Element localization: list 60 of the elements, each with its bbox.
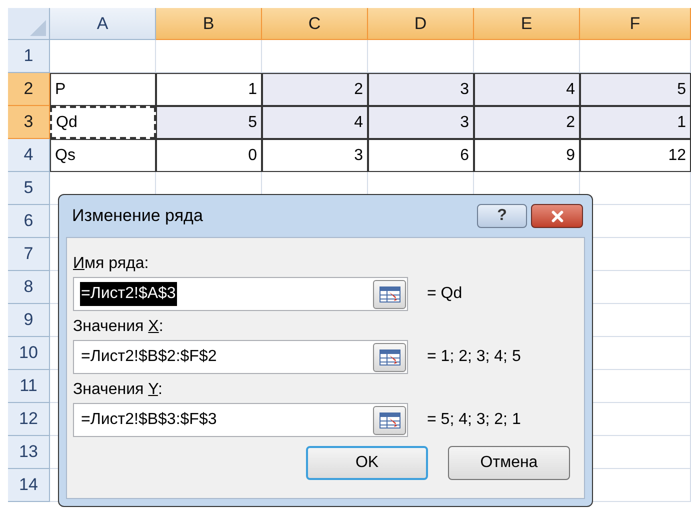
table-cell: 3	[368, 73, 474, 106]
row-header[interactable]: 3	[8, 106, 50, 139]
table-cell: 3	[368, 106, 474, 139]
row-header[interactable]: 5	[8, 172, 50, 205]
row-header[interactable]: 12	[8, 403, 50, 436]
field-label: Имя ряда:	[73, 254, 150, 274]
row-header[interactable]: 8	[8, 271, 50, 304]
collapse-dialog-icon	[378, 412, 400, 428]
row-header[interactable]: 2	[8, 73, 50, 106]
column-header[interactable]: D	[368, 8, 474, 40]
row-header[interactable]: 10	[8, 337, 50, 370]
table-cell: 4	[474, 73, 580, 106]
table-cell: 5	[580, 73, 691, 106]
column-header[interactable]: B	[156, 8, 262, 40]
close-button[interactable]	[531, 204, 583, 228]
table-cell: 5	[156, 106, 262, 139]
field-label: Значения X:	[73, 317, 164, 337]
table-cell: 2	[474, 106, 580, 139]
column-header[interactable]: C	[262, 8, 368, 40]
input-field[interactable]: =Лист2!$A$3	[73, 277, 408, 311]
range-picker-button[interactable]	[373, 280, 406, 308]
row-header[interactable]: 1	[8, 40, 50, 73]
dialog-button[interactable]: Отмена	[448, 446, 570, 480]
table-cell: 0	[156, 139, 262, 172]
input-field[interactable]: =Лист2!$B$3:$F$3	[73, 403, 408, 437]
column-header[interactable]: F	[580, 8, 691, 40]
range-preview: = 5; 4; 3; 2; 1	[427, 410, 521, 430]
row-header[interactable]: 13	[8, 436, 50, 469]
table-cell: Qd	[50, 106, 156, 139]
range-preview: = Qd	[427, 284, 462, 304]
close-icon	[548, 208, 566, 224]
table-cell: 6	[368, 139, 474, 172]
row-header[interactable]: 6	[8, 205, 50, 238]
range-picker-button[interactable]	[373, 406, 406, 434]
row-header[interactable]: 4	[8, 139, 50, 172]
dialog-button[interactable]: OK	[306, 446, 428, 480]
range-picker-button[interactable]	[373, 342, 406, 372]
table-cell: 2	[262, 73, 368, 106]
collapse-dialog-icon	[378, 286, 400, 302]
table-cell: 12	[580, 139, 691, 172]
table-cell: Qs	[50, 139, 156, 172]
row-header[interactable]: 14	[8, 469, 50, 502]
help-button[interactable]: ?	[477, 204, 527, 228]
dialog-title: Изменение ряда	[71, 205, 203, 228]
column-header[interactable]: A	[50, 8, 156, 40]
table-cell: 9	[474, 139, 580, 172]
table-cell: 1	[156, 73, 262, 106]
row-header[interactable]: 9	[8, 304, 50, 337]
table-cell: 1	[580, 106, 691, 139]
table-cell: P	[50, 73, 156, 106]
row-header[interactable]: 11	[8, 370, 50, 403]
corner-triangle-icon	[30, 20, 46, 36]
table-cell: 3	[262, 139, 368, 172]
column-header[interactable]: E	[474, 8, 580, 40]
range-preview: = 1; 2; 3; 4; 5	[427, 347, 521, 367]
input-field[interactable]: =Лист2!$B$2:$F$2	[73, 340, 408, 374]
collapse-dialog-icon	[378, 348, 400, 366]
row-header[interactable]: 7	[8, 238, 50, 271]
table-cell: 4	[262, 106, 368, 139]
field-label: Значения Y:	[73, 380, 164, 400]
